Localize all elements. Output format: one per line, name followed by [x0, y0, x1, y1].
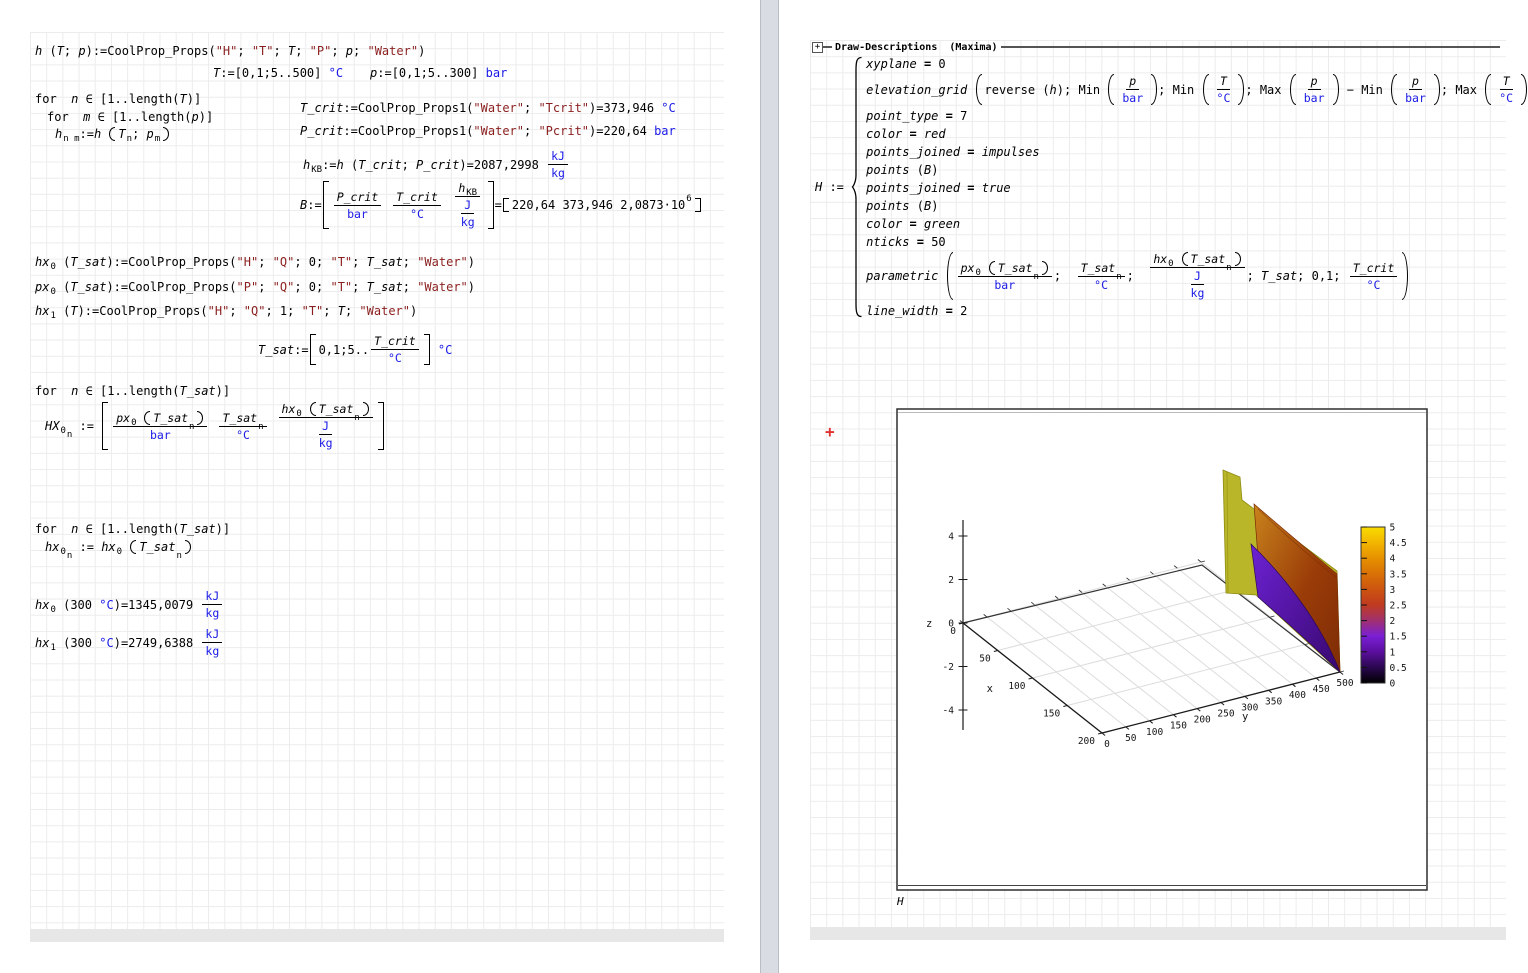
system-brace-icon	[851, 56, 863, 318]
formula-HX0-matrix[interactable]: HX0n := px0 T_satnbarT_satn°Chx0 T_satnJ…	[45, 402, 385, 450]
svg-text:0: 0	[1104, 739, 1110, 750]
z-axis-label: z	[926, 618, 932, 630]
smath-worksheet: h (T; p):=CoolProp_Props("H"; "T"; T; "P…	[0, 0, 1528, 973]
formula-for-n-Tsat-2[interactable]: for n ∈ [1..length(T_sat)]	[35, 522, 230, 536]
svg-text:5: 5	[1390, 523, 1396, 534]
formula-T-range[interactable]: T:=[0,1;5..500] °C	[213, 66, 343, 80]
svg-text:250: 250	[1217, 709, 1234, 720]
maxima-points-B-2[interactable]: points (B)	[866, 198, 938, 213]
collapse-icon[interactable]: +	[812, 42, 823, 53]
region-dash	[823, 46, 832, 48]
maxima-points-B-1[interactable]: points (B)	[866, 162, 938, 177]
formula-hx0-n[interactable]: hx0n := hx0 T_satn	[45, 540, 192, 554]
collapse-icon-glyph: +	[815, 43, 820, 52]
maxima-lines: xyplane = 0 elevation_grid reverse (h); M…	[866, 56, 1528, 318]
formula-for-n-Tsat-1[interactable]: for n ∈ [1..length(T_sat)]	[35, 384, 230, 398]
formula-Tsat-def[interactable]: T_sat:=0,1;5..T_crit°C °C	[258, 334, 452, 365]
formula-hx1-300[interactable]: hx1 (300 °C)=2749,6388 kJkg	[35, 627, 224, 658]
svg-text:4.5: 4.5	[1390, 538, 1407, 549]
svg-text:50: 50	[979, 654, 991, 665]
svg-text:3: 3	[1390, 585, 1396, 596]
svg-text:2: 2	[948, 575, 954, 586]
maxima-point-type[interactable]: point_type = 7	[866, 108, 967, 123]
region-rule	[1001, 46, 1500, 48]
region-header-draw-descriptions[interactable]: + Draw-Descriptions (Maxima)	[812, 40, 1500, 54]
svg-text:-4: -4	[943, 706, 955, 717]
svg-text:500: 500	[1336, 678, 1353, 689]
maxima-color-green[interactable]: color = green	[866, 216, 960, 231]
worksheet-page-right[interactable]: + Draw-Descriptions (Maxima) H := xyplan…	[779, 0, 1528, 973]
formula-h-def[interactable]: h (T; p):=CoolProp_Props("H"; "T"; T; "P…	[35, 44, 425, 58]
svg-text:3.5: 3.5	[1390, 569, 1407, 580]
svg-text:150: 150	[1043, 709, 1060, 720]
maxima-lhs: H :=	[815, 180, 851, 194]
formula-Tcrit[interactable]: T_crit:=CoolProp_Props1("Water"; "Tcrit"…	[300, 101, 676, 115]
region-title: Draw-Descriptions (Maxima)	[832, 42, 1001, 53]
formula-for-m-p[interactable]: for m ∈ [1..length(p)]	[47, 110, 213, 124]
maxima-xyplane[interactable]: xyplane = 0	[866, 56, 946, 71]
maxima-elevation-grid[interactable]: elevation_grid reverse (h); Min pbar; Mi…	[866, 74, 1528, 105]
insertion-cursor[interactable]: +	[825, 424, 835, 440]
formula-hx1-def[interactable]: hx1 (T):=CoolProp_Props("H"; "Q"; 1; "T"…	[35, 304, 417, 318]
svg-text:-2: -2	[943, 662, 954, 673]
svg-text:200: 200	[1078, 736, 1095, 747]
formula-h-nm[interactable]: hn m:=h Tn; pm	[55, 127, 170, 141]
plot-caption: H	[897, 895, 904, 908]
formula-px0-def[interactable]: px0 (T_sat):=CoolProp_Props("P"; "Q"; 0;…	[35, 280, 475, 294]
worksheet-page-left[interactable]: h (T; p):=CoolProp_Props("H"; "T"; T; "P…	[0, 0, 760, 973]
svg-text:100: 100	[1008, 681, 1025, 692]
svg-text:1: 1	[1390, 647, 1396, 658]
svg-text:350: 350	[1265, 696, 1282, 707]
formula-B-matrix[interactable]: B:=P_critbarT_crit°ChKBJkg=220,64 373,94…	[300, 181, 702, 229]
maxima-definition-H[interactable]: H := xyplane = 0 elevation_grid reverse (…	[815, 56, 1528, 318]
svg-text:1.5: 1.5	[1390, 632, 1407, 643]
y-axis-label: y	[1242, 711, 1248, 723]
formula-hx0-300[interactable]: hx0 (300 °C)=1345,0079 kJkg	[35, 589, 224, 620]
svg-text:100: 100	[1146, 727, 1163, 738]
svg-text:4: 4	[948, 532, 954, 543]
svg-text:0: 0	[1390, 679, 1396, 690]
svg-text:0.5: 0.5	[1390, 663, 1407, 674]
svg-text:450: 450	[1313, 684, 1330, 695]
plot-region[interactable]: 050100150200 050100150200250300350400450…	[896, 408, 1428, 891]
3d-surface-plot: 050100150200 050100150200250300350400450…	[896, 408, 1428, 891]
svg-text:50: 50	[1125, 733, 1137, 744]
page-divider	[760, 0, 779, 973]
svg-text:0: 0	[948, 619, 954, 630]
maxima-line-width[interactable]: line_width = 2	[866, 303, 967, 318]
svg-text:200: 200	[1194, 715, 1211, 726]
svg-text:150: 150	[1170, 721, 1187, 732]
svg-text:400: 400	[1289, 690, 1306, 701]
formula-Pcrit[interactable]: P_crit:=CoolProp_Props1("Water"; "Pcrit"…	[300, 124, 676, 138]
maxima-points-joined-impulses[interactable]: points_joined = impulses	[866, 144, 1039, 159]
svg-text:2: 2	[1390, 616, 1396, 627]
formula-p-range[interactable]: p:=[0,1;5..300] bar	[370, 66, 507, 80]
formula-for-n-T[interactable]: for n ∈ [1..length(T)]	[35, 92, 201, 106]
formula-hKB[interactable]: hKB:=h (T_crit; P_crit)=2087,2998 kJkg	[303, 149, 570, 180]
plot-frame	[897, 409, 1427, 890]
svg-text:4: 4	[1390, 554, 1396, 565]
svg-text:2.5: 2.5	[1390, 601, 1407, 612]
maxima-nticks[interactable]: nticks = 50	[866, 234, 946, 249]
page-right-bottom-strip	[810, 927, 1506, 940]
maxima-color-red[interactable]: color = red	[866, 126, 946, 141]
formula-hx0-def[interactable]: hx0 (T_sat):=CoolProp_Props("H"; "Q"; 0;…	[35, 255, 475, 269]
x-axis-label: x	[987, 683, 993, 695]
maxima-parametric[interactable]: parametric px0 T_satnbar; T_satn°C; hx0 …	[866, 252, 1409, 300]
maxima-points-joined-true[interactable]: points_joined = true	[866, 180, 1011, 195]
